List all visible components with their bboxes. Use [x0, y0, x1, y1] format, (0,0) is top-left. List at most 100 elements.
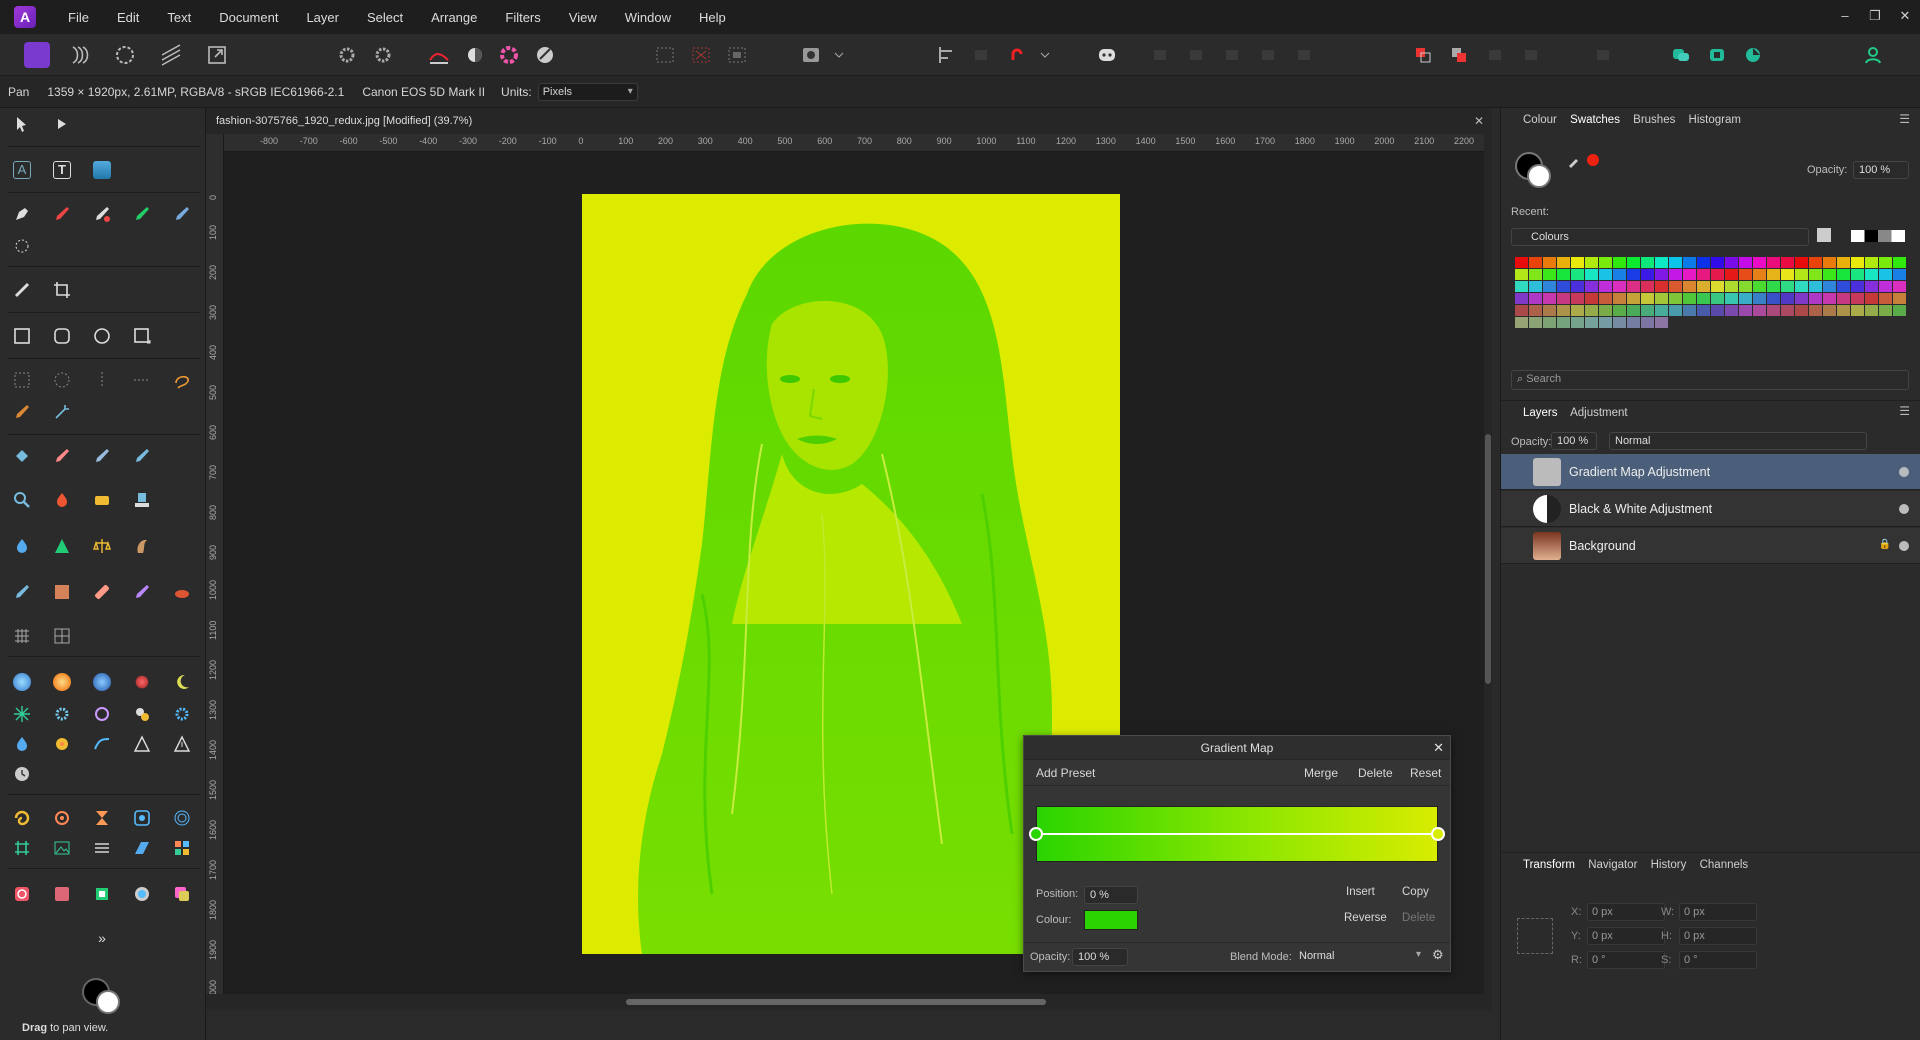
swatch[interactable]: [1515, 305, 1528, 316]
swatch[interactable]: [1627, 317, 1640, 328]
deselect-icon[interactable]: [688, 42, 714, 68]
swatch[interactable]: [1599, 305, 1612, 316]
tab-histogram[interactable]: Histogram: [1689, 114, 1741, 126]
swatch[interactable]: [1669, 293, 1682, 304]
swatch[interactable]: [1515, 317, 1528, 328]
assistant-icon[interactable]: [1094, 42, 1120, 68]
swatch[interactable]: [1669, 257, 1682, 268]
swatch[interactable]: [1529, 305, 1542, 316]
insert-top-icon[interactable]: [1446, 42, 1472, 68]
green-square-icon[interactable]: [88, 880, 116, 908]
add-preset-button[interactable]: Add Preset: [1036, 766, 1095, 780]
mixer-brush-tool-icon[interactable]: [128, 200, 156, 228]
swatch[interactable]: [1627, 281, 1640, 292]
swatch[interactable]: [1697, 257, 1710, 268]
swatch[interactable]: [1893, 281, 1906, 292]
erase-brush-icon[interactable]: [48, 442, 76, 470]
effect-flower-icon[interactable]: [48, 730, 76, 758]
dodge-brush-icon[interactable]: [8, 578, 36, 606]
liquify-persona-icon[interactable]: [68, 42, 94, 68]
effect-wave-icon[interactable]: [88, 730, 116, 758]
effect-warning-icon[interactable]: [168, 730, 196, 758]
arrange-group-icon[interactable]: [1292, 42, 1318, 68]
pixel-brush-tool-icon[interactable]: [168, 200, 196, 228]
freehand-selection-icon[interactable]: [168, 366, 196, 394]
swatch[interactable]: [1893, 257, 1906, 268]
swatch[interactable]: [1879, 293, 1892, 304]
photo-persona-icon[interactable]: [24, 42, 50, 68]
swatch[interactable]: [1571, 305, 1584, 316]
quick-mask-dropdown-icon[interactable]: [826, 42, 844, 68]
swatch[interactable]: [1795, 269, 1808, 280]
swatch[interactable]: [1851, 281, 1864, 292]
copy-button[interactable]: Copy: [1402, 886, 1429, 898]
smudge-brush-icon[interactable]: [128, 532, 156, 560]
straighten-tool-icon[interactable]: [8, 276, 36, 304]
swatch[interactable]: [1529, 293, 1542, 304]
palette-select[interactable]: Colours: [1511, 228, 1809, 246]
swatch[interactable]: [1837, 293, 1850, 304]
layers-pink-icon[interactable]: [168, 880, 196, 908]
position-input[interactable]: 0 %: [1084, 886, 1138, 904]
visibility-toggle[interactable]: [1899, 504, 1909, 514]
swatch[interactable]: [1571, 257, 1584, 268]
swatch[interactable]: [1823, 257, 1836, 268]
swatch[interactable]: [1557, 305, 1570, 316]
flood-fill-icon[interactable]: [8, 442, 36, 470]
menu-filters[interactable]: Filters: [491, 10, 554, 25]
filter-target-icon[interactable]: [128, 804, 156, 832]
menu-file[interactable]: File: [54, 10, 103, 25]
swatch[interactable]: [1781, 293, 1794, 304]
stop-colour-swatch[interactable]: [1084, 910, 1138, 930]
panel-menu-icon[interactable]: ☰: [1899, 112, 1910, 126]
swatch[interactable]: [1515, 293, 1528, 304]
swatch[interactable]: [1627, 293, 1640, 304]
swatch[interactable]: [1515, 257, 1528, 268]
swatch[interactable]: [1767, 269, 1780, 280]
no-entry-icon[interactable]: [8, 880, 36, 908]
swatch[interactable]: [1557, 317, 1570, 328]
insert-button[interactable]: Insert: [1346, 886, 1375, 898]
filter-shear-icon[interactable]: [128, 834, 156, 862]
effect-moon-icon[interactable]: [168, 668, 196, 696]
effect-blue-orb-icon[interactable]: [8, 668, 36, 696]
swatch[interactable]: [1697, 281, 1710, 292]
insert-behind-icon[interactable]: [1410, 42, 1436, 68]
tone-mapping-persona-icon[interactable]: [158, 42, 184, 68]
swatch[interactable]: [1641, 317, 1654, 328]
swatch[interactable]: [1767, 305, 1780, 316]
vertical-ruler[interactable]: 0 100 200 300 400 500 600 700 800 900 1000 1100 1200…: [206, 134, 224, 994]
swatch[interactable]: [1529, 257, 1542, 268]
swatch[interactable]: [1893, 305, 1906, 316]
effect-ring-icon[interactable]: [88, 700, 116, 728]
tab-layers[interactable]: Layers: [1523, 407, 1558, 419]
swatch[interactable]: [1641, 269, 1654, 280]
visibility-toggle[interactable]: [1899, 467, 1909, 477]
swatch[interactable]: [1879, 305, 1892, 316]
document-tab[interactable]: fashion-3075766_1920_redux.jpg [Modified…: [206, 108, 1492, 134]
swatch[interactable]: [1851, 269, 1864, 280]
swatch[interactable]: [1879, 281, 1892, 292]
arrange-front-icon[interactable]: [1256, 42, 1282, 68]
swatch[interactable]: [1753, 305, 1766, 316]
swatch[interactable]: [1627, 257, 1640, 268]
swatch[interactable]: [1837, 269, 1850, 280]
swatch[interactable]: [1711, 305, 1724, 316]
swatch[interactable]: [1571, 281, 1584, 292]
swatch[interactable]: [1725, 281, 1738, 292]
swatch[interactable]: [1543, 317, 1556, 328]
swatch[interactable]: [1557, 293, 1570, 304]
blend-chevron-down-icon[interactable]: ▾: [1416, 949, 1421, 960]
layer-row-black-white[interactable]: Black & White Adjustment: [1501, 491, 1920, 527]
swatch[interactable]: [1683, 293, 1696, 304]
swatch[interactable]: [1809, 305, 1822, 316]
swatches-opacity-input[interactable]: 100 %: [1853, 161, 1909, 179]
arrange-backward-icon[interactable]: [1184, 42, 1210, 68]
swatch[interactable]: [1809, 269, 1822, 280]
menu-document[interactable]: Document: [205, 10, 292, 25]
menu-window[interactable]: Window: [611, 10, 685, 25]
filter-tiles-icon[interactable]: [168, 834, 196, 862]
tab-swatches[interactable]: Swatches: [1570, 114, 1620, 126]
s-input[interactable]: 0 °: [1679, 951, 1757, 969]
blur-brush-icon[interactable]: [8, 532, 36, 560]
